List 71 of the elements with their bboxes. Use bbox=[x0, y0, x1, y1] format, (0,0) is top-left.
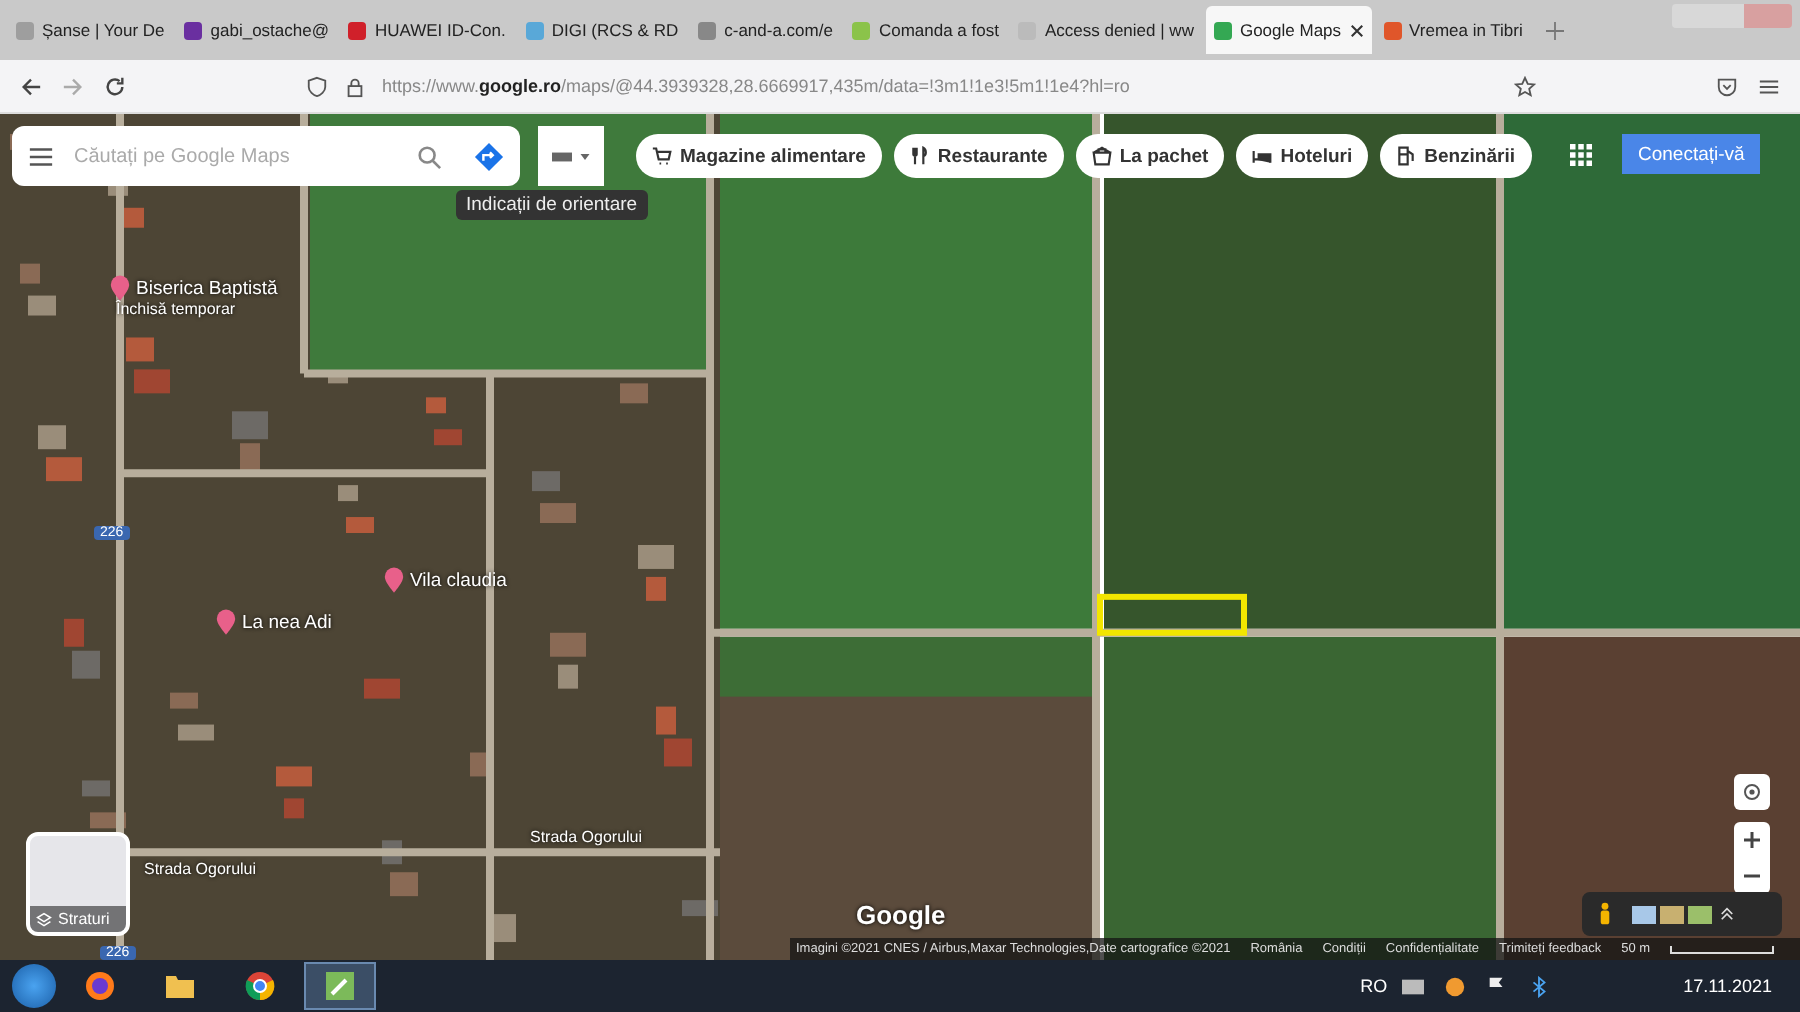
cutlery-icon bbox=[909, 146, 930, 166]
street-label: Strada Ogorului bbox=[144, 860, 257, 878]
language-indicator[interactable]: RO bbox=[1360, 976, 1388, 996]
category-chip[interactable]: Magazine alimentare bbox=[636, 134, 882, 178]
browser-tab[interactable]: Șanse | Your De bbox=[8, 6, 173, 54]
street-label: Strada Ogorului bbox=[530, 828, 643, 846]
my-location-icon[interactable] bbox=[1734, 774, 1770, 810]
keyboard-icon bbox=[552, 151, 572, 161]
taskbar-app[interactable] bbox=[304, 962, 376, 1010]
keyboard-icon[interactable] bbox=[1401, 975, 1424, 997]
imagery-thumbnail[interactable] bbox=[1660, 905, 1684, 923]
imagery-thumbnail[interactable] bbox=[1632, 905, 1656, 923]
input-tools-button[interactable] bbox=[538, 126, 604, 186]
apps-grid-icon[interactable] bbox=[1570, 144, 1592, 166]
place-label[interactable]: Biserica Baptistă bbox=[136, 277, 278, 299]
layers-button[interactable]: Straturi bbox=[26, 832, 130, 936]
zoom-control[interactable] bbox=[1734, 822, 1770, 894]
browser-tab[interactable]: Access denied | ww bbox=[1010, 6, 1202, 54]
sign-in-button[interactable]: Conectați-vă bbox=[1622, 134, 1761, 174]
bag-icon bbox=[1091, 146, 1112, 166]
round-browser-icon bbox=[244, 970, 276, 1002]
tray-app-icon[interactable] bbox=[1443, 975, 1466, 997]
cart-icon bbox=[652, 146, 672, 166]
category-chip[interactable]: La pachet bbox=[1075, 134, 1225, 178]
close-icon[interactable] bbox=[1349, 23, 1364, 37]
layers-icon bbox=[36, 911, 52, 927]
directions-icon[interactable] bbox=[474, 141, 504, 171]
star-icon[interactable] bbox=[1514, 75, 1536, 97]
pegman-icon[interactable] bbox=[1598, 902, 1612, 926]
browser-tab[interactable]: Comanda a fost bbox=[844, 6, 1007, 54]
start-button[interactable] bbox=[12, 964, 56, 1008]
reload-icon[interactable] bbox=[104, 75, 126, 97]
map-pin-icon[interactable] bbox=[110, 274, 130, 302]
menu-icon[interactable] bbox=[1758, 75, 1780, 97]
folder-icon bbox=[164, 970, 196, 1002]
pocket-icon[interactable] bbox=[1716, 75, 1738, 97]
browser-tab[interactable]: Google Maps bbox=[1205, 6, 1372, 54]
google-logo: Google bbox=[856, 900, 946, 930]
caret-icon bbox=[580, 153, 590, 159]
map-pin-icon[interactable] bbox=[216, 608, 236, 636]
status-label: Închisă temporar bbox=[116, 300, 236, 318]
place-label[interactable]: La nea Adi bbox=[242, 611, 332, 633]
browser-tab[interactable]: c-and-a.com/e bbox=[690, 6, 841, 54]
scale-bar bbox=[1670, 945, 1775, 953]
map-pin-icon[interactable] bbox=[384, 566, 404, 594]
url-field[interactable]: https://www.google.ro/maps/@44.3939328,28.6669917,435m/data=!3m1!1e3!5m1!1e4?hl=ro bbox=[382, 76, 1130, 96]
place-label[interactable]: Vila claudia bbox=[410, 569, 507, 591]
new-tab-icon[interactable] bbox=[1546, 21, 1565, 39]
search-bar[interactable]: Căutați pe Google Maps bbox=[12, 126, 520, 186]
category-chip[interactable]: Benzinării bbox=[1380, 134, 1531, 178]
browser-tab[interactable]: Vremea in Tibri bbox=[1375, 6, 1531, 54]
browser-tab[interactable]: gabi_ostache@ bbox=[176, 6, 337, 54]
wrench-icon bbox=[324, 970, 356, 1002]
category-chip[interactable]: Hoteluri bbox=[1236, 134, 1369, 178]
browser-tab[interactable]: DIGI (RCS & RD bbox=[517, 6, 687, 54]
expand-icon[interactable] bbox=[1720, 902, 1734, 926]
bed-icon bbox=[1252, 146, 1273, 166]
lock-icon bbox=[344, 75, 366, 97]
imagery-thumbnail[interactable] bbox=[1688, 905, 1712, 923]
browser-tab[interactable]: HUAWEI ID-Con. bbox=[340, 6, 514, 54]
fox-globe-icon bbox=[84, 970, 116, 1002]
menu-icon[interactable] bbox=[28, 143, 54, 169]
clock-date[interactable]: 17.11.2021 bbox=[1683, 976, 1772, 996]
tooltip: Indicații de orientare bbox=[456, 190, 648, 220]
fuel-pump-icon bbox=[1396, 146, 1417, 166]
bluetooth-icon[interactable] bbox=[1527, 975, 1550, 997]
back-icon[interactable] bbox=[20, 75, 42, 97]
search-icon[interactable] bbox=[416, 143, 442, 169]
category-chip[interactable]: Restaurante bbox=[893, 134, 1064, 178]
search-field[interactable]: Căutați pe Google Maps bbox=[70, 143, 400, 169]
shield-icon bbox=[306, 75, 328, 97]
